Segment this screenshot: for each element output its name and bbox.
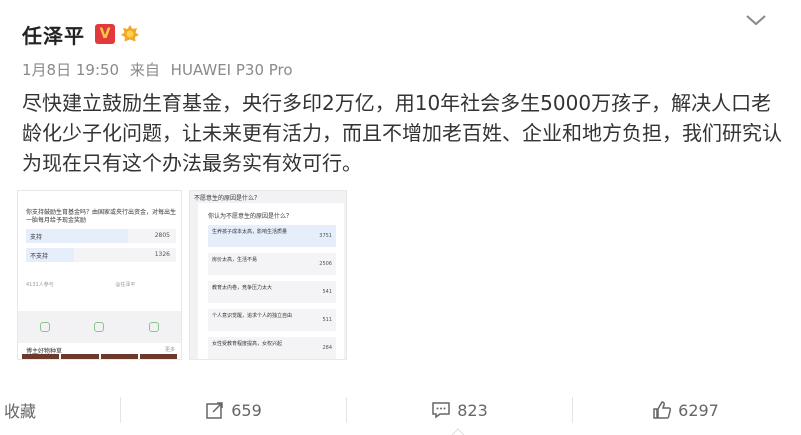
poll-option-count: 1326 <box>154 251 170 258</box>
source-prefix: 来自 <box>129 61 160 79</box>
product-strip <box>22 354 177 359</box>
poll-option: 支持 2805 <box>26 229 176 243</box>
like-button[interactable]: 6297 <box>573 385 798 435</box>
poll-image-2[interactable]: 不愿意生的原因是什么？ 你认为不愿意生的原因是什么？ 生养孩子成本太高，影响生活… <box>189 190 347 360</box>
poll-author: @任泽平 <box>115 282 136 288</box>
poll-option: 女性受教育程度提高，女权兴起 284 <box>208 337 336 359</box>
wechat-icon <box>40 322 51 332</box>
weibo-post: 任泽平 V 1月8日 19:50 来自 HUAWEI P30 Pro 尽快建立鼓… <box>0 0 801 435</box>
comment-count: 823 <box>457 400 488 420</box>
post-meta: 1月8日 19:50 来自 HUAWEI P30 Pro <box>22 59 293 80</box>
poll-option: 个人意识觉醒，追求个人的独立自由 511 <box>208 309 336 331</box>
product-thumb <box>61 354 99 359</box>
action-bar: 收藏 659 823 6297 <box>0 385 801 435</box>
favorite-label: 收藏 <box>4 402 37 421</box>
post-date[interactable]: 1月8日 19:50 <box>22 61 119 79</box>
poll-option-count: 2506 <box>319 261 332 267</box>
poll-option-label: 个人意识觉醒，追求个人的独立自由 <box>212 313 293 319</box>
repost-icon <box>206 402 223 419</box>
image-thumbnails: 你支持鼓励生育基金吗？由国家或央行出资金，对每出生一胎每月给予现金奖励 支持 2… <box>17 190 347 360</box>
username[interactable]: 任泽平 <box>22 20 85 49</box>
comment-icon <box>432 402 450 419</box>
poll-card: 你支持鼓励生育基金吗？由国家或央行出资金，对每出生一胎每月给予现金奖励 支持 2… <box>18 191 181 311</box>
poll-title: 不愿意生的原因是什么？ <box>194 195 261 202</box>
post-text: 尽快建立鼓励生育基金，央行多印2万亿，用10年社会多生5000万孩子，解决人口老… <box>22 91 782 175</box>
chevron-down-icon[interactable] <box>744 10 768 30</box>
poll-footer: 4131人参与 @任泽平 <box>26 281 135 288</box>
product-thumb <box>100 354 138 359</box>
like-icon <box>653 401 672 419</box>
poll-option-label: 不支持 <box>30 253 49 260</box>
poll-option-label: 房价太高，生活不易 <box>212 257 258 263</box>
poll-option-label: 生养孩子成本太高，影响生活质量 <box>212 229 288 235</box>
share-icons-row <box>18 316 181 338</box>
comment-caret-icon <box>452 428 464 435</box>
poll-option-label: 教育太内卷，竞争压力太大 <box>212 285 273 291</box>
post-header: 任泽平 V <box>22 18 140 50</box>
verified-badge-icon: V <box>95 24 115 44</box>
favorite-button[interactable]: 收藏 <box>0 385 120 435</box>
poll-image-1[interactable]: 你支持鼓励生育基金吗？由国家或央行出资金，对每出生一胎每月给予现金奖励 支持 2… <box>17 190 182 360</box>
poll-option-count: 284 <box>322 345 332 351</box>
poll-option-label: 支持 <box>30 234 43 241</box>
product-thumb <box>139 354 177 359</box>
poll-option-count: 3751 <box>319 233 332 239</box>
poll-option-count: 2805 <box>154 232 170 239</box>
repost-count: 659 <box>231 400 262 420</box>
poll-option: 不支持 1326 <box>26 248 176 262</box>
poll-participants: 4131人参与 <box>26 282 54 288</box>
poll-option-label: 女性受教育程度提高，女权兴起 <box>212 341 283 347</box>
poll-question: 你支持鼓励生育基金吗？由国家或央行出资金，对每出生一胎每月给予现金奖励 <box>26 209 177 224</box>
like-count: 6297 <box>678 400 719 420</box>
recommend-more: 更多 <box>164 347 175 353</box>
moments-icon <box>94 322 105 332</box>
poll-option-count: 511 <box>322 317 332 323</box>
poll-option: 教育太内卷，竞争压力太大 541 <box>208 281 336 303</box>
poll-card: 你认为不愿意生的原因是什么？ 生养孩子成本太高，影响生活质量 3751 房价太高… <box>198 203 344 359</box>
repost-button[interactable]: 659 <box>121 385 346 435</box>
poll-option: 房价太高，生活不易 2506 <box>208 253 336 275</box>
save-icon <box>148 322 159 332</box>
poll-option: 生养孩子成本太高，影响生活质量 3751 <box>208 225 336 247</box>
post-source: HUAWEI P30 Pro <box>170 61 293 79</box>
poll-option-count: 541 <box>322 289 332 295</box>
medal-icon <box>121 25 139 42</box>
poll-question: 你认为不愿意生的原因是什么？ <box>208 213 293 220</box>
product-thumb <box>22 354 60 359</box>
